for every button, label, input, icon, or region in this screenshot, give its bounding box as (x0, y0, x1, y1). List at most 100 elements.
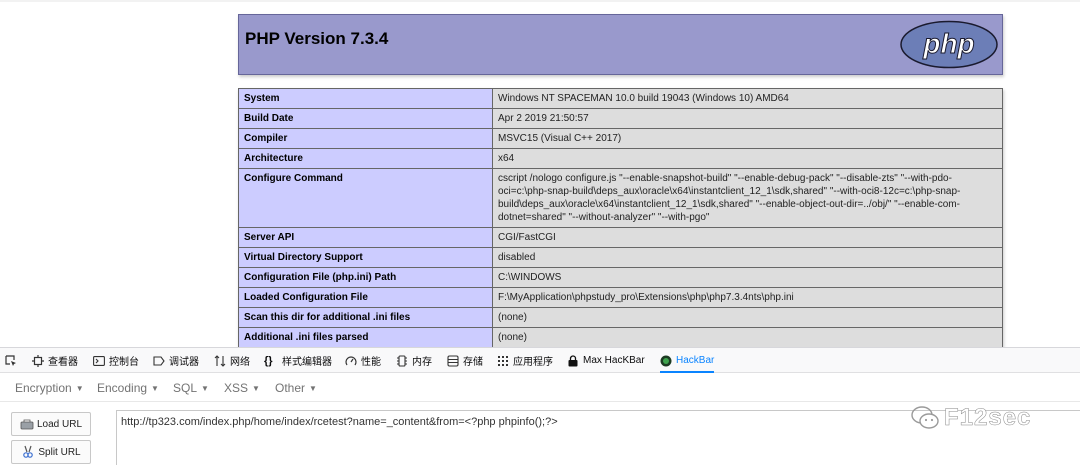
caret-down-icon: ▼ (75, 384, 84, 393)
row-key: Virtual Directory Support (238, 247, 493, 268)
tab-hackbar[interactable]: HackBar (660, 348, 715, 373)
wechat-icon (911, 406, 939, 429)
caret-down-icon: ▼ (309, 384, 317, 393)
row-value: cscript /nologo configure.js "--enable-s… (492, 168, 1003, 228)
load-url-label: Load URL (36, 418, 83, 430)
watermark: F12sec (910, 404, 1031, 432)
hackbar-icon (660, 355, 672, 366)
tab-label: Max HacKBar (583, 355, 645, 366)
element-picker-button[interactable] (5, 348, 21, 373)
gauge-icon (345, 355, 357, 365)
menu-encryption[interactable]: Encryption ▼ (15, 381, 84, 395)
split-url-button[interactable]: Split URL (11, 440, 91, 464)
tab-storage[interactable]: 存储 (447, 348, 483, 373)
row-key: Scan this dir for additional .ini files (238, 307, 493, 328)
row-key: Configure Command (238, 168, 493, 228)
tab-memory[interactable]: 内存 (396, 348, 432, 373)
row-value: x64 (492, 148, 1003, 169)
table-row: Additional .ini files parsed (none) (238, 327, 1003, 347)
menu-other[interactable]: Other ▼ (275, 381, 317, 395)
row-value: CGI/FastCGI (492, 227, 1003, 248)
inspector-icon (32, 354, 44, 367)
console-icon (93, 355, 105, 366)
table-row: Build Date Apr 2 2019 21:50:57 (238, 108, 1003, 129)
table-row: Server API CGI/FastCGI (238, 227, 1003, 248)
tab-label: 查看器 (48, 357, 78, 368)
braces-icon: {} (264, 354, 273, 367)
load-url-icon (20, 419, 34, 430)
tab-label: 存储 (463, 357, 483, 368)
row-key: Additional .ini files parsed (238, 327, 493, 347)
caret-down-icon: ▼ (252, 384, 260, 393)
tab-style-editor[interactable]: {} 样式编辑器 (264, 348, 332, 373)
svg-text:php: php (922, 28, 974, 59)
split-url-label: Split URL (38, 446, 81, 458)
menu-sql[interactable]: SQL ▼ (173, 381, 209, 395)
hackbar-menubar: Encryption ▼ Encoding ▼ SQL ▼ XSS ▼ Other ▼ (0, 374, 1080, 402)
split-url-icon (23, 445, 34, 458)
table-row: Architecture x64 (238, 148, 1003, 169)
row-value: (none) (492, 307, 1003, 328)
tab-label: 控制台 (109, 357, 139, 368)
tab-network[interactable]: 网络 (214, 348, 250, 373)
row-value: Windows NT SPACEMAN 10.0 build 19043 (Wi… (492, 88, 1003, 109)
phpinfo-page: PHP Version 7.3.4 php System Windows NT S… (0, 0, 1080, 347)
table-row: Configure Command cscript /nologo configu… (238, 168, 1003, 228)
table-row: Loaded Configuration File F:\MyApplicatio… (238, 287, 1003, 308)
table-row: Virtual Directory Support disabled (238, 247, 1003, 268)
table-row: System Windows NT SPACEMAN 10.0 build 190… (238, 88, 1003, 109)
page-title: PHP Version 7.3.4 (245, 29, 389, 48)
php-header: PHP Version 7.3.4 php (238, 14, 1003, 75)
table-row: Scan this dir for additional .ini files(… (238, 307, 1003, 328)
tab-label: 性能 (361, 357, 381, 368)
phpinfo-table: System Windows NT SPACEMAN 10.0 build 190… (238, 88, 1003, 347)
lock-icon (568, 354, 578, 366)
tab-label: 调试器 (169, 357, 199, 368)
menu-label: Other (275, 381, 306, 395)
row-key: Loaded Configuration File (238, 287, 493, 308)
tab-inspector[interactable]: 查看器 (32, 348, 78, 373)
menu-label: SQL (173, 381, 198, 395)
grid-icon (498, 355, 508, 366)
watermark-text: F12sec (944, 404, 1032, 432)
devtools-toolbar: 查看器 控制台 调试器 网络 {} 样式编辑器 性能 内存 存储 应用程序 Ma… (0, 348, 1080, 373)
row-key: Server API (238, 227, 493, 248)
menu-label: XSS (224, 381, 249, 395)
load-url-button[interactable]: Load URL (11, 412, 91, 436)
row-value: disabled (492, 247, 1003, 268)
menu-label: Encoding (97, 381, 148, 395)
top-divider (0, 0, 1080, 2)
tab-performance[interactable]: 性能 (345, 348, 381, 373)
tab-debugger[interactable]: 调试器 (153, 348, 199, 373)
memory-icon (397, 354, 407, 367)
network-icon (214, 354, 226, 367)
table-row: Compiler MSVC15 (Visual C++ 2017) (238, 128, 1003, 149)
tab-label: HackBar (676, 355, 715, 366)
tab-console[interactable]: 控制台 (93, 348, 139, 373)
menu-encoding[interactable]: Encoding ▼ (97, 381, 159, 395)
storage-icon (447, 354, 459, 367)
table-row: Configuration File (php.ini) Path C:\WIND… (238, 267, 1003, 288)
php-logo: php (900, 20, 998, 69)
row-key: Configuration File (php.ini) Path (238, 267, 493, 288)
tab-application[interactable]: 应用程序 (497, 348, 553, 373)
row-key: System (238, 88, 493, 109)
caret-down-icon: ▼ (151, 384, 159, 393)
debugger-icon (153, 355, 165, 366)
row-value: Apr 2 2019 21:50:57 (492, 108, 1003, 129)
row-key: Compiler (238, 128, 493, 149)
tab-label: 样式编辑器 (282, 357, 332, 368)
element-picker-icon (5, 354, 16, 366)
tab-label: 应用程序 (513, 357, 553, 368)
row-key: Build Date (238, 108, 493, 129)
row-value: (none) (492, 327, 1003, 347)
menu-label: Encryption (15, 381, 72, 395)
tab-max-hackbar[interactable]: Max HacKBar (567, 348, 645, 373)
caret-down-icon: ▼ (201, 384, 209, 393)
menu-xss[interactable]: XSS ▼ (224, 381, 260, 395)
row-key: Architecture (238, 148, 493, 169)
tab-label: 网络 (230, 357, 250, 368)
row-value: C:\WINDOWS (492, 267, 1003, 288)
row-value: MSVC15 (Visual C++ 2017) (492, 128, 1003, 149)
row-value: F:\MyApplication\phpstudy_pro\Extensions… (492, 287, 1003, 308)
